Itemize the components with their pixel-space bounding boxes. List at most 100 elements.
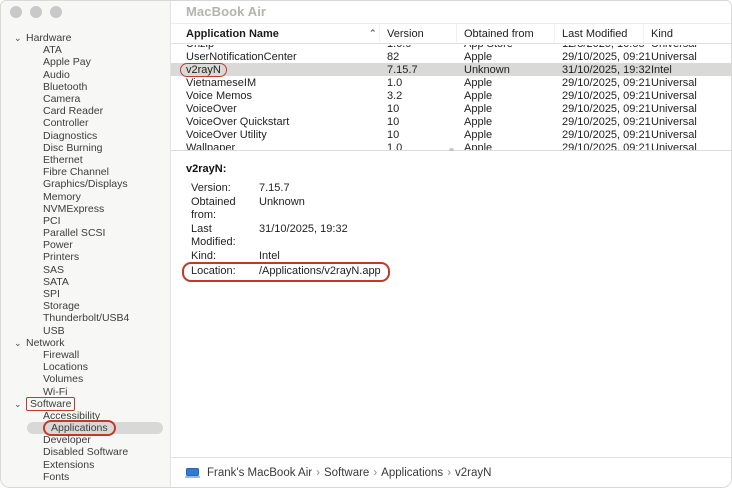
cell-version: 3.2 [379, 90, 456, 102]
detail-pane: v2rayN: Version:7.15.7Obtained from:Unkn… [171, 151, 731, 457]
column-header-label: Obtained from [464, 28, 534, 40]
cell-name: VietnameseIM [171, 77, 379, 89]
sidebar-item-sas[interactable]: SAS [1, 264, 170, 276]
sidebar-item-storage[interactable]: Storage [1, 300, 170, 312]
table-row-unzip[interactable]: Unzip1.6.9App Store12/8/2025, 16:55Unive… [171, 45, 731, 50]
sidebar-item-usb[interactable]: USB [1, 325, 170, 337]
sidebar-item-label: SATA [43, 276, 69, 288]
detail-field-value: /Applications/v2rayN.app [259, 265, 381, 279]
zoom-button[interactable] [50, 6, 62, 18]
table-row-voiceover-utility[interactable]: VoiceOver Utility10Apple29/10/2025, 09:2… [171, 128, 731, 141]
sidebar-item-sata[interactable]: SATA [1, 276, 170, 288]
cell-kind: Universal [643, 45, 731, 50]
table-row-v2rayn[interactable]: v2rayN7.15.7Unknown31/10/2025, 19:32Inte… [171, 63, 731, 76]
sidebar-item-label: Parallel SCSI [43, 227, 105, 239]
sidebar-item-volumes[interactable]: Volumes [1, 373, 170, 385]
sidebar-item-nvmexpress[interactable]: NVMExpress [1, 203, 170, 215]
sidebar-item-controller[interactable]: Controller [1, 117, 170, 129]
sidebar-item-apple-pay[interactable]: Apple Pay [1, 56, 170, 68]
table-row-voice-memos[interactable]: Voice Memos3.2Apple29/10/2025, 09:21Univ… [171, 89, 731, 102]
sidebar-item-developer[interactable]: Developer [1, 434, 170, 446]
sidebar-item-network[interactable]: ⌄Network [1, 337, 170, 349]
chevron-down-icon[interactable]: ⌄ [14, 32, 22, 44]
cell-modified: 29/10/2025, 09:21 [554, 116, 643, 128]
sidebar-item-extensions[interactable]: Extensions [1, 459, 170, 471]
sidebar-item-card-reader[interactable]: Card Reader [1, 105, 170, 117]
cell-name: Wallpaper [171, 142, 379, 151]
sidebar-item-label: Hardware [26, 32, 72, 44]
detail-title: v2rayN: [186, 163, 226, 175]
table-row-voiceover-quickstart[interactable]: VoiceOver Quickstart10Apple29/10/2025, 0… [171, 115, 731, 128]
sidebar-item-label: Disc Burning [43, 142, 103, 154]
sidebar-item-ethernet[interactable]: Ethernet [1, 154, 170, 166]
cell-modified: 29/10/2025, 09:21 [554, 103, 643, 115]
breadcrumb-separator: › [369, 467, 381, 479]
cell-name: VoiceOver Utility [171, 129, 379, 141]
cell-kind: Universal [643, 142, 731, 151]
cell-name: VoiceOver Quickstart [171, 116, 379, 128]
sidebar-item-firewall[interactable]: Firewall [1, 349, 170, 361]
chevron-down-icon[interactable]: ⌄ [14, 398, 22, 410]
column-header-version[interactable]: Version [379, 24, 456, 43]
breadcrumb-item-applications: Applications [381, 467, 443, 479]
sidebar-item-parallel-scsi[interactable]: Parallel SCSI [1, 227, 170, 239]
chevron-down-icon[interactable]: ⌄ [14, 337, 22, 349]
sidebar-item-disabled-software[interactable]: Disabled Software [1, 446, 170, 458]
sidebar-item-label: Locations [43, 361, 88, 373]
sidebar-item-label: Controller [43, 117, 89, 129]
sidebar-item-label: NVMExpress [43, 203, 104, 215]
sidebar-item-label: Fonts [43, 471, 69, 483]
sidebar-item-printers[interactable]: Printers [1, 251, 170, 263]
detail-field-label: Kind: [191, 250, 259, 264]
table-row-vietnameseim[interactable]: VietnameseIM1.0Apple29/10/2025, 09:21Uni… [171, 76, 731, 89]
table-row-voiceover[interactable]: VoiceOver10Apple29/10/2025, 09:21Univers… [171, 102, 731, 115]
sidebar-item-graphics-displays[interactable]: Graphics/Displays [1, 178, 170, 190]
sidebar-item-thunderbolt-usb4[interactable]: Thunderbolt/USB4 [1, 312, 170, 324]
annotation-highlight: v2rayN [180, 63, 227, 77]
sidebar-item-bluetooth[interactable]: Bluetooth [1, 81, 170, 93]
sidebar-item-wi-fi[interactable]: Wi-Fi [1, 385, 170, 397]
cell-version: 1.0 [379, 77, 456, 89]
column-header-obtained-from[interactable]: Obtained from [456, 24, 554, 43]
cell-obtained: Apple [456, 103, 554, 115]
sidebar-item-diagnostics[interactable]: Diagnostics [1, 130, 170, 142]
sidebar-item-software[interactable]: ⌄Software [1, 398, 170, 410]
column-header-label: Application Name [186, 28, 279, 40]
sidebar-item-ata[interactable]: ATA [1, 44, 170, 56]
cell-obtained: App Store [456, 45, 554, 50]
minimize-button[interactable] [30, 6, 42, 18]
sidebar-item-label: ATA [43, 44, 62, 56]
cell-version: 1.0 [379, 142, 456, 151]
sidebar-item-hardware[interactable]: ⌄ Hardware [1, 32, 170, 44]
cell-version: 1.6.9 [379, 45, 456, 50]
detail-field-value: 7.15.7 [259, 182, 290, 196]
sidebar-item-fibre-channel[interactable]: Fibre Channel [1, 166, 170, 178]
detail-field-value: 31/10/2025, 19:32 [259, 223, 348, 250]
detail-row-kind: Kind:Intel [191, 250, 390, 264]
sidebar-item-label: Volumes [43, 373, 83, 385]
cell-obtained: Apple [456, 90, 554, 102]
sidebar-item-applications[interactable]: Applications [1, 422, 170, 434]
column-header-application-name[interactable]: Application Name ⌃ [171, 24, 379, 43]
close-button[interactable] [10, 6, 22, 18]
cell-modified: 29/10/2025, 09:21 [554, 77, 643, 89]
sidebar-item-fonts[interactable]: Fonts [1, 471, 170, 483]
column-header-last-modified[interactable]: Last Modified [554, 24, 643, 43]
page-title: MacBook Air [186, 4, 266, 19]
sidebar-item-locations[interactable]: Locations [1, 361, 170, 373]
sidebar-item-camera[interactable]: Camera [1, 93, 170, 105]
sidebar-item-spi[interactable]: SPI [1, 288, 170, 300]
table-row-usernotificationcenter[interactable]: UserNotificationCenter82Apple29/10/2025,… [171, 50, 731, 63]
cell-modified: 31/10/2025, 19:32 [554, 64, 643, 76]
cell-obtained: Apple [456, 51, 554, 63]
sidebar-item-label: Developer [43, 434, 91, 446]
sidebar-item-pci[interactable]: PCI [1, 215, 170, 227]
cell-modified: 29/10/2025, 09:21 [554, 142, 643, 151]
breadcrumb-item-software: Software [324, 467, 369, 479]
column-header-kind[interactable]: Kind [643, 24, 731, 43]
sidebar-item-disc-burning[interactable]: Disc Burning [1, 142, 170, 154]
sidebar-item-memory[interactable]: Memory [1, 190, 170, 202]
cell-obtained: Apple [456, 129, 554, 141]
sidebar-item-audio[interactable]: Audio [1, 69, 170, 81]
sidebar-item-power[interactable]: Power [1, 239, 170, 251]
